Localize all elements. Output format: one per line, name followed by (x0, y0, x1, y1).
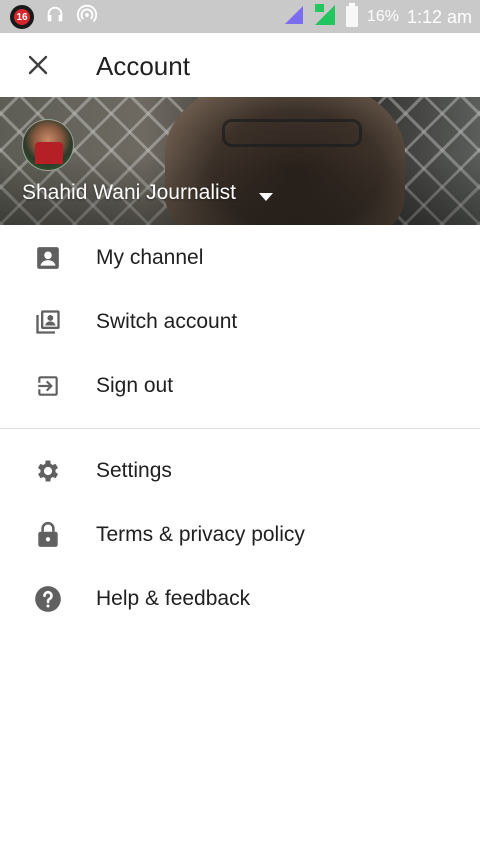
page-title: Account (96, 51, 190, 81)
menu-item-sign-out[interactable]: Sign out (0, 354, 480, 418)
menu-item-label: Settings (96, 459, 172, 482)
menu-item-help-feedback[interactable]: Help & feedback (0, 567, 480, 631)
menu-item-label: Sign out (96, 374, 174, 397)
exit-icon (34, 372, 62, 400)
menu-item-label: Switch account (96, 310, 238, 333)
menu-item-terms-privacy[interactable]: Terms & privacy policy (0, 503, 480, 567)
help-icon (34, 585, 62, 613)
notification-badge: 16 (14, 9, 30, 25)
gear-icon (34, 457, 62, 485)
menu-divider (0, 428, 480, 429)
headset-icon (44, 4, 66, 31)
menu-item-my-channel[interactable]: My channel (0, 226, 480, 290)
status-bar-left: 16 (10, 4, 98, 31)
lock-icon (34, 521, 62, 549)
switch-account-icon (34, 308, 62, 336)
avatar[interactable] (22, 119, 74, 171)
avatar-detail (35, 142, 63, 164)
status-bar: 16 16% 1:12 am (0, 0, 480, 33)
account-box-icon (34, 244, 62, 272)
lte-signal-icon (313, 3, 337, 32)
close-button[interactable] (16, 43, 60, 87)
account-name[interactable]: Shahid Wani Journalist (22, 181, 236, 205)
arrow-drop-down-icon (259, 193, 273, 201)
battery-percent: 16% (366, 8, 399, 25)
hotspot-icon (76, 4, 98, 31)
notification-16-icon: 16 (10, 5, 34, 29)
account-banner[interactable]: Shahid Wani Journalist (0, 97, 480, 225)
banner-photo-detail (222, 119, 362, 147)
clock: 1:12 am (406, 6, 472, 27)
menu-item-settings[interactable]: Settings (0, 439, 480, 503)
status-bar-right: 16% 1:12 am (283, 2, 472, 32)
account-switcher-button[interactable] (254, 185, 278, 209)
signal-icon (283, 4, 305, 31)
battery-icon (345, 2, 359, 32)
menu-item-label: Help & feedback (96, 587, 251, 610)
app-bar: Account (0, 33, 480, 97)
close-icon (28, 55, 48, 75)
menu-item-label: Terms & privacy policy (96, 523, 305, 546)
menu-item-label: My channel (96, 246, 204, 269)
menu-item-switch-account[interactable]: Switch account (0, 290, 480, 354)
